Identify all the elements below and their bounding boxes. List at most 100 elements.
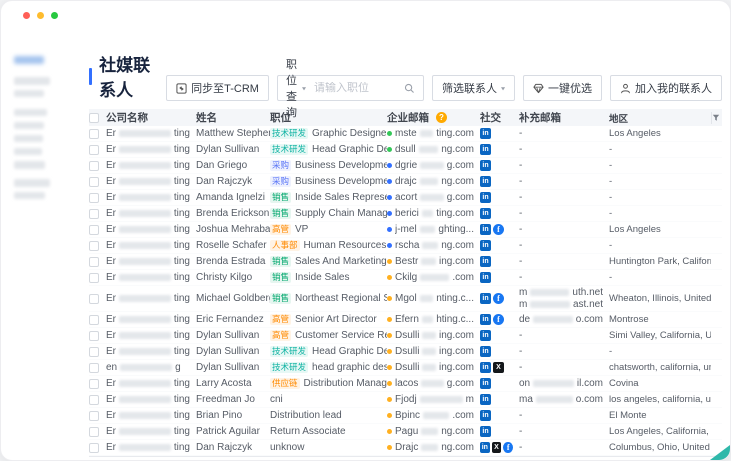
linkedin-icon[interactable]: in: [480, 314, 491, 325]
row-checkbox[interactable]: [89, 177, 99, 187]
row-checkbox[interactable]: [89, 347, 99, 357]
extra-email-suffix: il.com: [577, 378, 603, 389]
row-checkbox[interactable]: [89, 443, 99, 453]
linkedin-icon[interactable]: in: [480, 144, 491, 155]
email-address: acortg.com: [395, 192, 474, 203]
sync-to-tcrm-button[interactable]: 同步至T-CRM: [166, 75, 269, 101]
row-checkbox[interactable]: [89, 363, 99, 373]
social-cell: in: [480, 176, 519, 187]
linkedin-icon[interactable]: in: [480, 426, 491, 437]
linkedin-icon[interactable]: in: [480, 176, 491, 187]
position-cell: 采购Business Development ...: [270, 176, 387, 187]
linkedin-icon[interactable]: in: [480, 160, 491, 171]
linkedin-icon[interactable]: in: [480, 293, 491, 304]
row-checkbox[interactable]: [89, 193, 99, 203]
row-checkbox[interactable]: [89, 145, 99, 155]
table-row: ErtingDan RajczykunknowDrajcng.cominXf-C…: [89, 440, 722, 456]
redacted-text: [119, 428, 171, 435]
row-checkbox[interactable]: [89, 257, 99, 267]
sidebar-item[interactable]: [14, 109, 47, 116]
extra-email-list: deo.com: [519, 314, 603, 325]
linkedin-icon[interactable]: in: [480, 394, 491, 405]
email-address-suffix: ing.com: [439, 256, 474, 267]
position-cell: 销售Inside Sales Representa...: [270, 192, 387, 203]
linkedin-icon[interactable]: in: [480, 192, 491, 203]
company-name-suffix: ting: [174, 160, 190, 171]
row-checkbox[interactable]: [89, 241, 99, 251]
row-checkbox-cell: [89, 331, 106, 341]
row-checkbox-cell: [89, 294, 106, 304]
email-address: Ckilg.com: [395, 272, 474, 283]
row-checkbox[interactable]: [89, 273, 99, 283]
linkedin-icon[interactable]: in: [480, 410, 491, 421]
facebook-icon[interactable]: f: [493, 314, 504, 325]
row-checkbox[interactable]: [89, 427, 99, 437]
row-checkbox[interactable]: [89, 129, 99, 139]
email-address: Dsulliing.com: [395, 346, 474, 357]
facebook-icon[interactable]: f: [493, 224, 504, 235]
facebook-icon[interactable]: f: [503, 442, 513, 453]
search-icon[interactable]: [404, 83, 415, 94]
row-checkbox[interactable]: [89, 379, 99, 389]
linkedin-icon[interactable]: in: [480, 442, 490, 453]
row-checkbox[interactable]: [89, 411, 99, 421]
one-click-optimize-button[interactable]: 一键优选: [523, 75, 602, 101]
app-window: 社媒联系人 同步至T-CRM 职位查询 ▾: [0, 0, 731, 461]
sidebar-item[interactable]: [14, 90, 44, 97]
sidebar-item[interactable]: [14, 148, 42, 155]
redacted-text: [422, 210, 433, 217]
email-status-dot: [387, 349, 392, 354]
sidebar-item[interactable]: [14, 179, 50, 187]
row-checkbox[interactable]: [89, 161, 99, 171]
select-all-checkbox[interactable]: [89, 113, 99, 123]
row-checkbox[interactable]: [89, 395, 99, 405]
filter-contacts-select[interactable]: 筛选联系人 ▾: [432, 75, 515, 101]
extra-email-prefix: m: [519, 299, 527, 310]
linkedin-icon[interactable]: in: [480, 256, 491, 267]
linkedin-icon[interactable]: in: [480, 346, 491, 357]
linkedin-icon[interactable]: in: [480, 224, 491, 235]
redacted-text: [420, 130, 434, 137]
help-icon[interactable]: ?: [436, 112, 447, 123]
chat-widget-corner[interactable]: [710, 445, 730, 460]
redacted-text: [422, 364, 436, 371]
minimize-window-icon[interactable]: [37, 12, 44, 19]
region-cell: -: [609, 208, 711, 219]
region-cell: los angeles, california, unit...: [609, 394, 711, 405]
row-checkbox[interactable]: [89, 294, 99, 304]
row-checkbox[interactable]: [89, 225, 99, 235]
row-checkbox[interactable]: [89, 209, 99, 219]
linkedin-icon[interactable]: in: [480, 330, 491, 341]
x-icon[interactable]: X: [492, 442, 502, 453]
sidebar-item[interactable]: [14, 192, 45, 199]
redacted-text: [119, 444, 171, 451]
sidebar-item[interactable]: [14, 122, 44, 129]
email-address-suffix: ting.com: [436, 208, 474, 219]
company-name-prefix: Er: [106, 378, 116, 389]
column-filter-icon[interactable]: [711, 112, 722, 124]
linkedin-icon[interactable]: in: [480, 272, 491, 283]
close-window-icon[interactable]: [23, 12, 30, 19]
add-to-my-contacts-button[interactable]: 加入我的联系人: [610, 75, 722, 101]
linkedin-icon[interactable]: in: [480, 240, 491, 251]
sidebar-item[interactable]: [14, 77, 50, 85]
x-icon[interactable]: X: [493, 362, 504, 373]
linkedin-icon[interactable]: in: [480, 362, 491, 373]
linkedin-icon[interactable]: in: [480, 208, 491, 219]
linkedin-icon[interactable]: in: [480, 378, 491, 389]
row-checkbox[interactable]: [89, 315, 99, 325]
region-cell: El Monte: [609, 410, 711, 421]
row-checkbox[interactable]: [89, 331, 99, 341]
company-name: Erting: [106, 293, 190, 304]
facebook-icon[interactable]: f: [493, 293, 504, 304]
position-search-input[interactable]: [314, 82, 402, 94]
sidebar-item[interactable]: [14, 135, 43, 142]
email-cell: drajcng.com: [387, 176, 480, 187]
sidebar-item[interactable]: [14, 161, 45, 169]
region-cell: chatsworth, california, unit...: [609, 362, 711, 373]
company-name-suffix: ting: [174, 240, 190, 251]
column-header-region: 地区: [609, 111, 711, 125]
maximize-window-icon[interactable]: [51, 12, 58, 19]
linkedin-icon[interactable]: in: [480, 128, 491, 139]
redacted-text: [421, 258, 436, 265]
